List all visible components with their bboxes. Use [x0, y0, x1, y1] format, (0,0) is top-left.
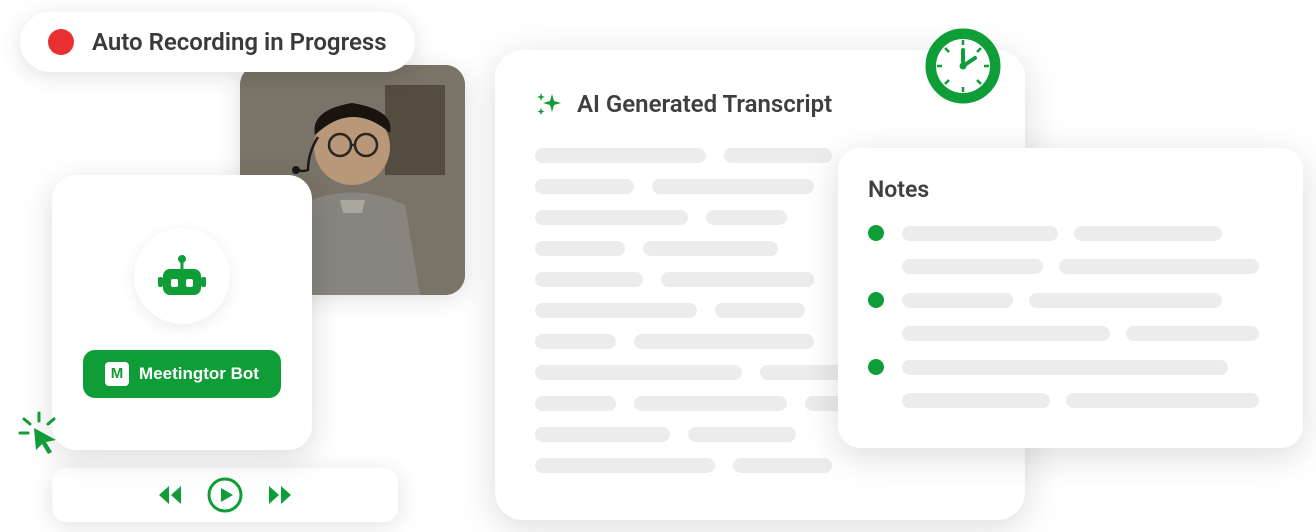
bullet-icon	[868, 225, 884, 241]
rewind-icon[interactable]	[157, 484, 185, 506]
play-icon[interactable]	[207, 477, 243, 513]
bot-panel: M Meetingtor Bot	[52, 175, 312, 450]
cursor-click-icon	[16, 410, 62, 460]
bullet-icon	[868, 292, 884, 308]
notes-title: Notes	[868, 176, 1273, 203]
note-item	[868, 292, 1273, 308]
recording-status-text: Auto Recording in Progress	[92, 28, 387, 56]
clock-icon	[925, 28, 1001, 104]
meetingtor-bot-button[interactable]: M Meetingtor Bot	[83, 350, 281, 398]
note-item	[868, 359, 1273, 375]
recording-status-pill: Auto Recording in Progress	[20, 12, 415, 72]
transcript-header: AI Generated Transcript	[535, 90, 985, 118]
bot-icon	[157, 254, 207, 298]
notes-panel: Notes	[838, 148, 1303, 448]
record-icon	[48, 29, 74, 55]
note-item-line	[902, 326, 1273, 341]
forward-icon[interactable]	[265, 484, 293, 506]
note-item-line	[902, 259, 1273, 274]
notes-bullets	[868, 225, 1273, 408]
sparkle-icon	[535, 90, 563, 118]
note-item-line	[902, 393, 1273, 408]
bullet-icon	[868, 359, 884, 375]
player-controls	[52, 468, 398, 522]
bot-button-label: Meetingtor Bot	[139, 364, 259, 384]
note-item	[868, 225, 1273, 241]
bot-avatar	[134, 228, 230, 324]
transcript-title: AI Generated Transcript	[577, 90, 832, 118]
bot-logo-icon: M	[105, 362, 129, 386]
